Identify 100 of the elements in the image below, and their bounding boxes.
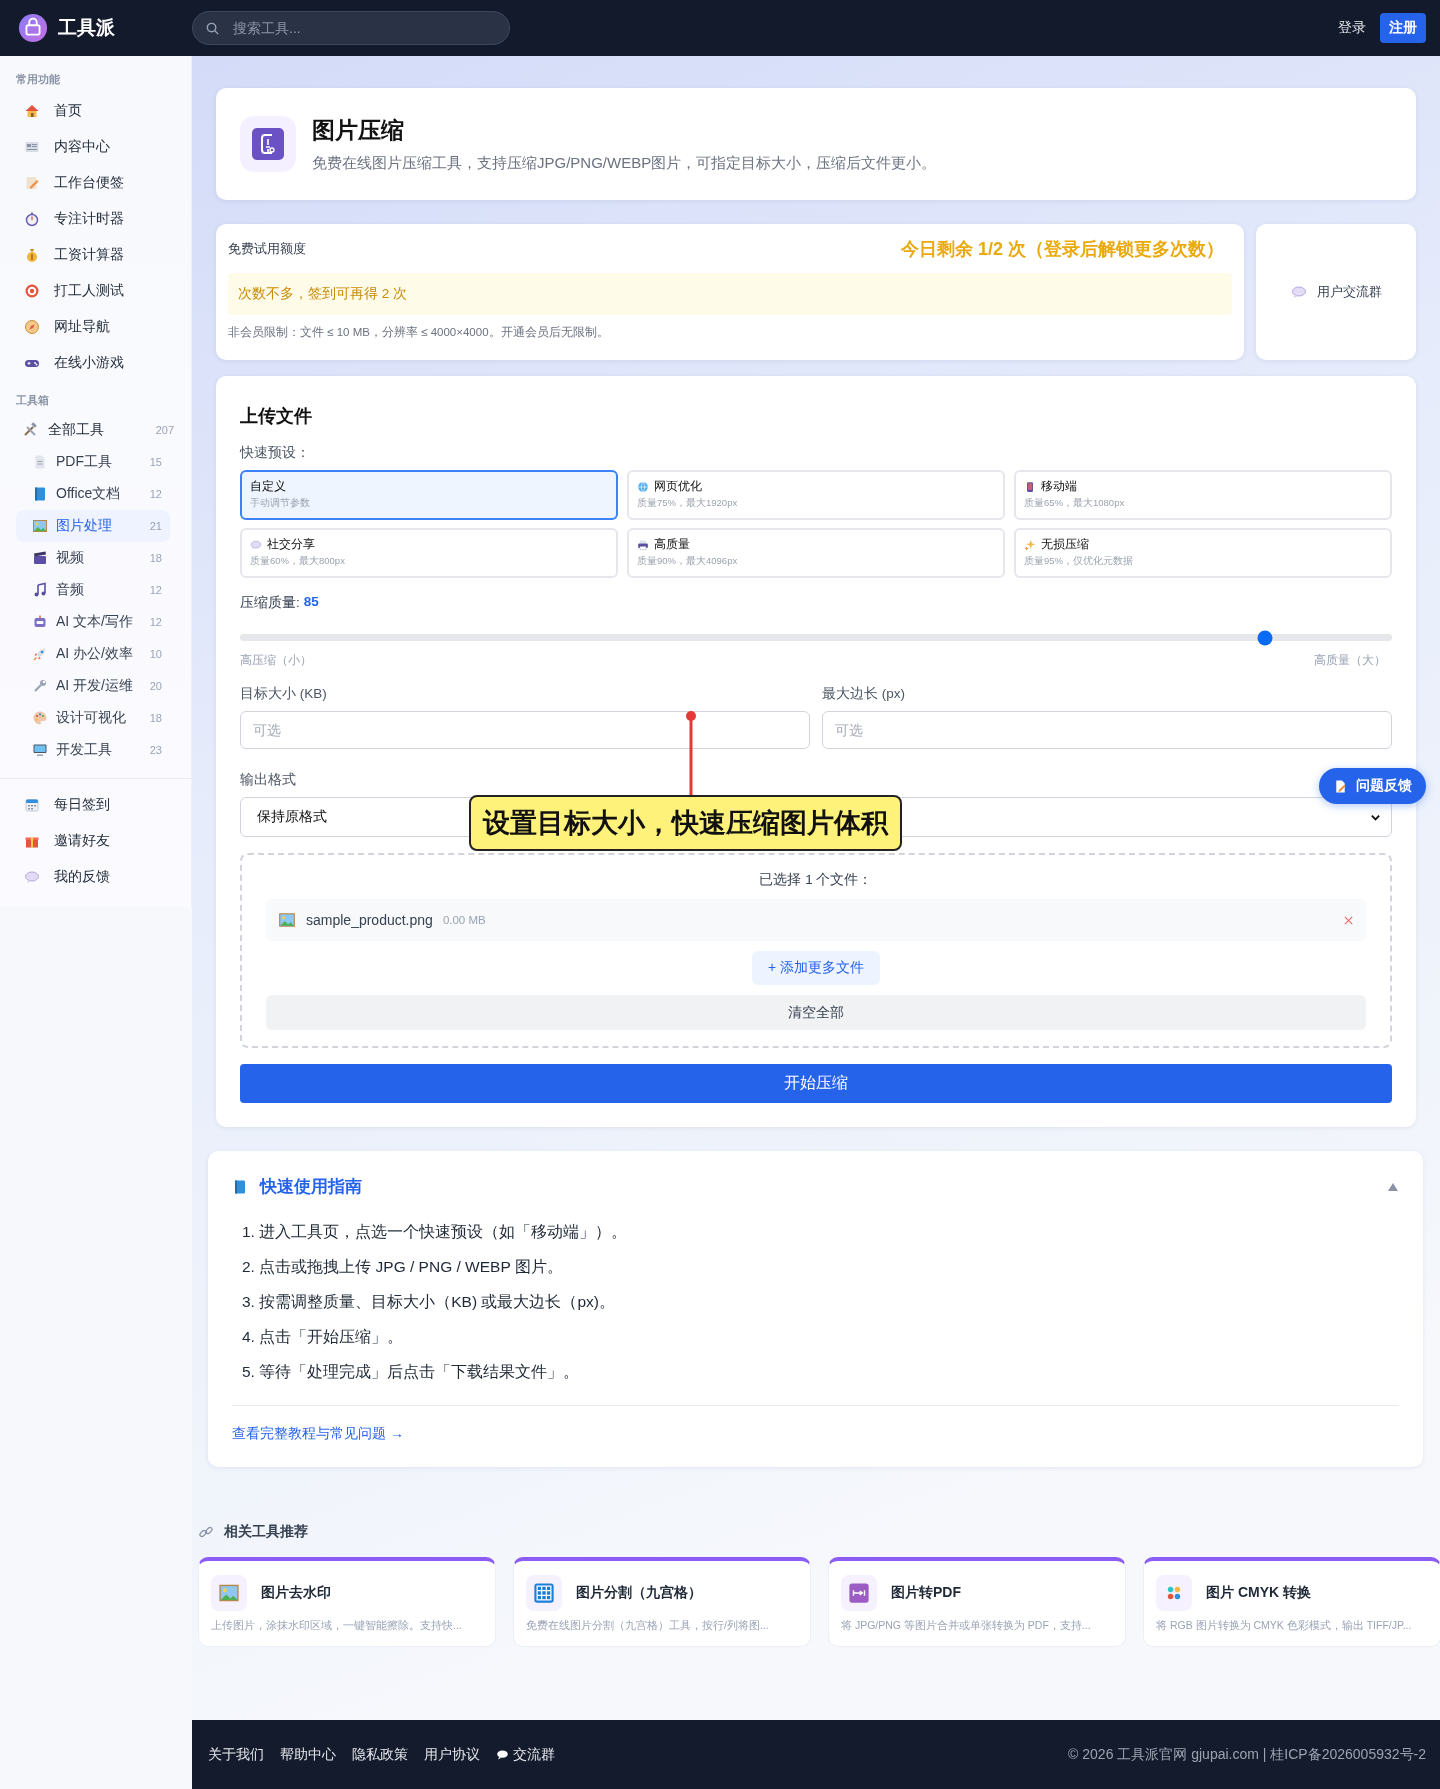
picture-icon (278, 911, 296, 929)
sidebar-item[interactable]: 工作台便签 (16, 165, 182, 201)
preset-option[interactable]: 网页优化 质量75%，最大1920px (627, 470, 1005, 520)
brand-name[interactable]: 工具派 (58, 15, 115, 41)
input-field[interactable]: 可选 (240, 711, 810, 749)
tool-name: 图片分割（九宫格） (576, 1584, 702, 1602)
sidebar-item[interactable]: 网址导航 (16, 309, 182, 345)
rocket-icon (32, 646, 48, 662)
music-note-icon (32, 582, 48, 598)
quality-value: 85 (303, 594, 319, 611)
sidebar-item[interactable]: AI 开发/运维 20 (16, 670, 170, 702)
preset-description: 质量90%，最大4096px (637, 555, 739, 568)
field-label: 压缩质量: (240, 594, 300, 612)
start-button[interactable]: 开始压缩 (240, 1064, 1392, 1103)
sidebar-item[interactable]: 在线小游戏 (16, 345, 182, 381)
preset-name: 移动端 (1041, 478, 1077, 495)
tool-card[interactable]: 图片去水印 上传图片，涂抹水印区域，一键智能擦除。支持快... (198, 1557, 496, 1647)
slider-thumb[interactable] (1257, 630, 1273, 645)
file-size: 0.00 MB (442, 914, 486, 926)
footer-link[interactable]: 隐私政策 (352, 1745, 408, 1764)
sidebar-item[interactable]: PDF工具 15 (16, 446, 170, 478)
search-field[interactable]: 搜索工具... (192, 11, 510, 45)
input-field[interactable]: 可选 (822, 711, 1392, 749)
close-icon[interactable] (1343, 914, 1354, 926)
section-heading: 常用功能 (16, 72, 61, 87)
guide-step: 2. 点击或拖拽上传 JPG / PNG / WEBP 图片。 (232, 1249, 1399, 1284)
collapse-icon[interactable] (1387, 1181, 1399, 1192)
page-description: 免费在线图片压缩工具，支持压缩JPG/PNG/WEBP图片，可指定目标大小，压缩后文件更小。 (312, 154, 937, 173)
preset-name: 高质量 (654, 536, 690, 553)
tool-name: 图片去水印 (261, 1584, 331, 1602)
footer-link[interactable]: 交流群 (513, 1745, 555, 1764)
community-card[interactable]: 用户交流群 (1256, 224, 1416, 360)
sidebar-item[interactable]: 内容中心 (16, 129, 182, 165)
field-label: 快速预设： (240, 444, 310, 462)
tool-name: 图片 CMYK 转换 (1206, 1584, 1311, 1602)
clapper-icon (32, 550, 48, 566)
tool-description: 上传图片，涂抹水印区域，一键智能擦除。支持快... (211, 1619, 463, 1633)
guide-step: 3. 按需调整质量、目标大小（KB) 或最大边长（px)。 (232, 1284, 1399, 1319)
book-icon (32, 486, 48, 502)
document-icon (1333, 778, 1348, 794)
sidebar-item[interactable]: 工资计算器 (16, 237, 182, 273)
login-link[interactable]: 登录 (1338, 19, 1366, 37)
speech-bubble-icon (496, 1748, 509, 1761)
clear-all-button[interactable]: 清空全部 (266, 995, 1366, 1030)
community-label[interactable]: 用户交流群 (1316, 283, 1382, 301)
sidebar-item[interactable]: 设计可视化 18 (16, 702, 170, 734)
footer-link[interactable]: 帮助中心 (280, 1745, 336, 1764)
preset-description: 质量65%，最大1080px (1024, 497, 1126, 510)
stopwatch-icon (24, 211, 40, 227)
tools-icon (22, 422, 38, 438)
callout: 设置目标大小，快速压缩图片体积 (469, 795, 902, 851)
guide-step: 4. 点击「开始压缩」。 (232, 1319, 1399, 1354)
search-icon (205, 21, 220, 36)
sidebar-item[interactable]: 我的反馈 (16, 859, 182, 895)
tool-card[interactable]: 图片转PDF 将 JPG/PNG 等图片合并或单张转换为 PDF，支持... (828, 1557, 1126, 1647)
logo-icon[interactable] (18, 13, 48, 43)
preset-option[interactable]: 无损压缩 质量95%，仅优化元数据 (1014, 528, 1392, 578)
sidebar-item[interactable]: Office文档 12 (16, 478, 170, 510)
sidebar-item[interactable]: 图片处理 21 (16, 510, 170, 542)
preset-option[interactable]: 自定义 手动调节参数 (240, 470, 618, 520)
speech-bubble-icon (250, 538, 262, 551)
sidebar-item[interactable]: 音频 12 (16, 574, 170, 606)
book-icon (232, 1178, 248, 1195)
preset-name: 网页优化 (654, 478, 702, 495)
sidebar-item[interactable]: 打工人测试 (16, 273, 182, 309)
sidebar-item[interactable]: AI 文本/写作 12 (16, 606, 170, 638)
sidebar-item[interactable]: 视频 18 (16, 542, 170, 574)
tutorial-link[interactable]: 查看完整教程与常见问题 → (232, 1425, 404, 1441)
sidebar-item[interactable]: AI 办公/效率 10 (16, 638, 170, 670)
sidebar-item[interactable]: 每日签到 (16, 787, 182, 823)
tool-card[interactable]: 图片分割（九宫格） 免费在线图片分割（九宫格）工具，按行/列将图... (513, 1557, 811, 1647)
field-label: 目标大小 (KB) (240, 685, 327, 703)
sidebar-item[interactable]: 专注计时器 (16, 201, 182, 237)
sidebar-item[interactable]: 全部工具 207 (16, 414, 182, 446)
tool-name: 图片转PDF (891, 1584, 961, 1602)
link-icon (198, 1524, 214, 1540)
printer-icon (637, 538, 649, 551)
footer-link[interactable]: 用户协议 (424, 1745, 480, 1764)
guide-title[interactable]: 快速使用指南 (260, 1175, 362, 1198)
sidebar-item[interactable]: 邀请好友 (16, 823, 182, 859)
sidebar-item[interactable]: 开发工具 23 (16, 734, 170, 766)
sidebar-item[interactable]: 首页 (16, 93, 182, 129)
drop-zone[interactable]: 已选择 1 个文件： sample_product.png 0.00 MB + 添加更多文件 清空全部 (240, 853, 1392, 1048)
phone-icon (1024, 480, 1036, 493)
preset-option[interactable]: 社交分享 质量60%，最大800px (240, 528, 618, 578)
feedback-button[interactable]: 问题反馈 (1319, 768, 1426, 804)
register-button[interactable]: 注册 (1380, 13, 1426, 43)
newspaper-icon (24, 139, 40, 155)
calendar-icon (24, 797, 40, 813)
preset-description: 手动调节参数 (250, 497, 311, 510)
preset-option[interactable]: 移动端 质量65%，最大1080px (1014, 470, 1392, 520)
monitor-icon (32, 742, 48, 758)
add-files-button[interactable]: + 添加更多文件 (751, 951, 881, 985)
tool-card[interactable]: 图片 CMYK 转换 将 RGB 图片转换为 CMYK 色彩模式，输出 TIFF/JP... (1143, 1557, 1440, 1647)
money-bag-icon (24, 247, 40, 263)
footer-link[interactable]: 关于我们 (208, 1745, 264, 1764)
preset-option[interactable]: 高质量 质量90%，最大4096px (627, 528, 1005, 578)
target-icon (24, 283, 40, 299)
speech-bubble-icon (24, 869, 40, 885)
memo-icon (24, 175, 40, 191)
